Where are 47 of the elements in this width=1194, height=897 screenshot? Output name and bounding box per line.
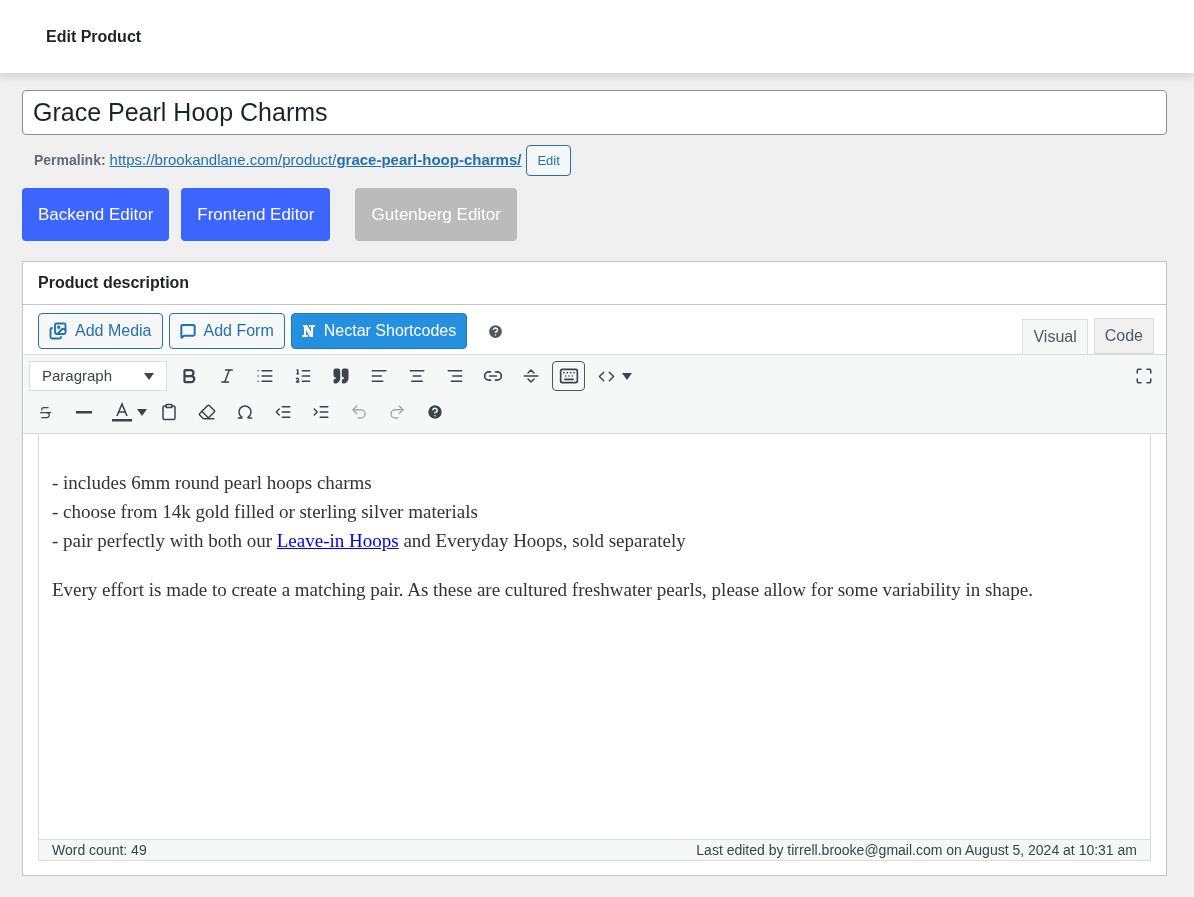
undo-icon (349, 403, 368, 421)
editor-tab[interactable]: Visual (1022, 319, 1088, 355)
page-title: Edit Product (46, 26, 142, 47)
last-edited: Last edited by tirrell.brooke@gmail.com on August 5, 2024 at 10:31 am (696, 840, 1137, 860)
blockquote-icon (331, 367, 350, 385)
fullscreen-icon (1134, 367, 1153, 385)
word-count: Word count: 49 (52, 840, 147, 860)
outdent-icon (273, 403, 292, 421)
toolbar-toggle-button[interactable] (552, 361, 585, 391)
media-button[interactable]: Add Form (168, 313, 285, 349)
horizontal-line-icon (75, 410, 92, 414)
n-logo-icon (301, 324, 316, 338)
media-icon (49, 322, 67, 340)
format-select[interactable]: Paragraph (29, 361, 167, 391)
link[interactable]: Leave-in Hoops (276, 530, 399, 551)
numbered-list-icon (293, 367, 312, 385)
edit-permalink-button[interactable]: Edit (526, 145, 571, 176)
toolbar-toggle-icon (558, 366, 579, 386)
media-button[interactable]: Add Media (38, 313, 163, 349)
align-left-icon (369, 367, 388, 385)
paste-text-icon (159, 403, 178, 421)
postbox-title: Product description (38, 273, 190, 293)
clear-formatting-icon (197, 403, 216, 421)
editor-mode-button[interactable]: Backend Editor (22, 188, 170, 241)
editor-mode-button[interactable]: Frontend Editor (181, 188, 331, 241)
read-more-icon (521, 367, 540, 385)
special-character-icon (235, 403, 254, 421)
text-color-icon (110, 401, 133, 423)
media-button[interactable]: Nectar Shortcodes (290, 313, 468, 349)
title-field[interactable]: Grace Pearl Hoop Charms (22, 90, 1167, 135)
permalink-link[interactable]: https://brookandlane.com/product/grace-pearl-hoop-charms/ (109, 149, 522, 172)
form-icon (179, 323, 196, 339)
editor-tab[interactable]: Code (1093, 318, 1154, 354)
indent-icon (311, 403, 330, 421)
help-icon (425, 403, 444, 421)
paragraph: - includes 6mm round pearl hoops charms - choose from 14k gold filled or sterling silver materials - pair perfectly with both our Leave-in Hoops and Everyday Hoops, sold separately (52, 471, 687, 553)
help-icon[interactable] (487, 322, 505, 340)
align-right-icon (445, 367, 464, 385)
caret-icon (622, 372, 632, 380)
paragraph: Every effort is made to create a matching pair. As these are cultured freshwater pearls, please allow for some variability in shape. (52, 578, 1034, 602)
bullet-list-icon (255, 367, 274, 385)
caret-icon (137, 408, 147, 416)
redo-icon (387, 403, 406, 421)
align-center-icon (407, 367, 426, 385)
permalink-label: Permalink: (34, 151, 106, 170)
strikethrough-icon (38, 404, 53, 420)
caret-icon (144, 372, 154, 380)
